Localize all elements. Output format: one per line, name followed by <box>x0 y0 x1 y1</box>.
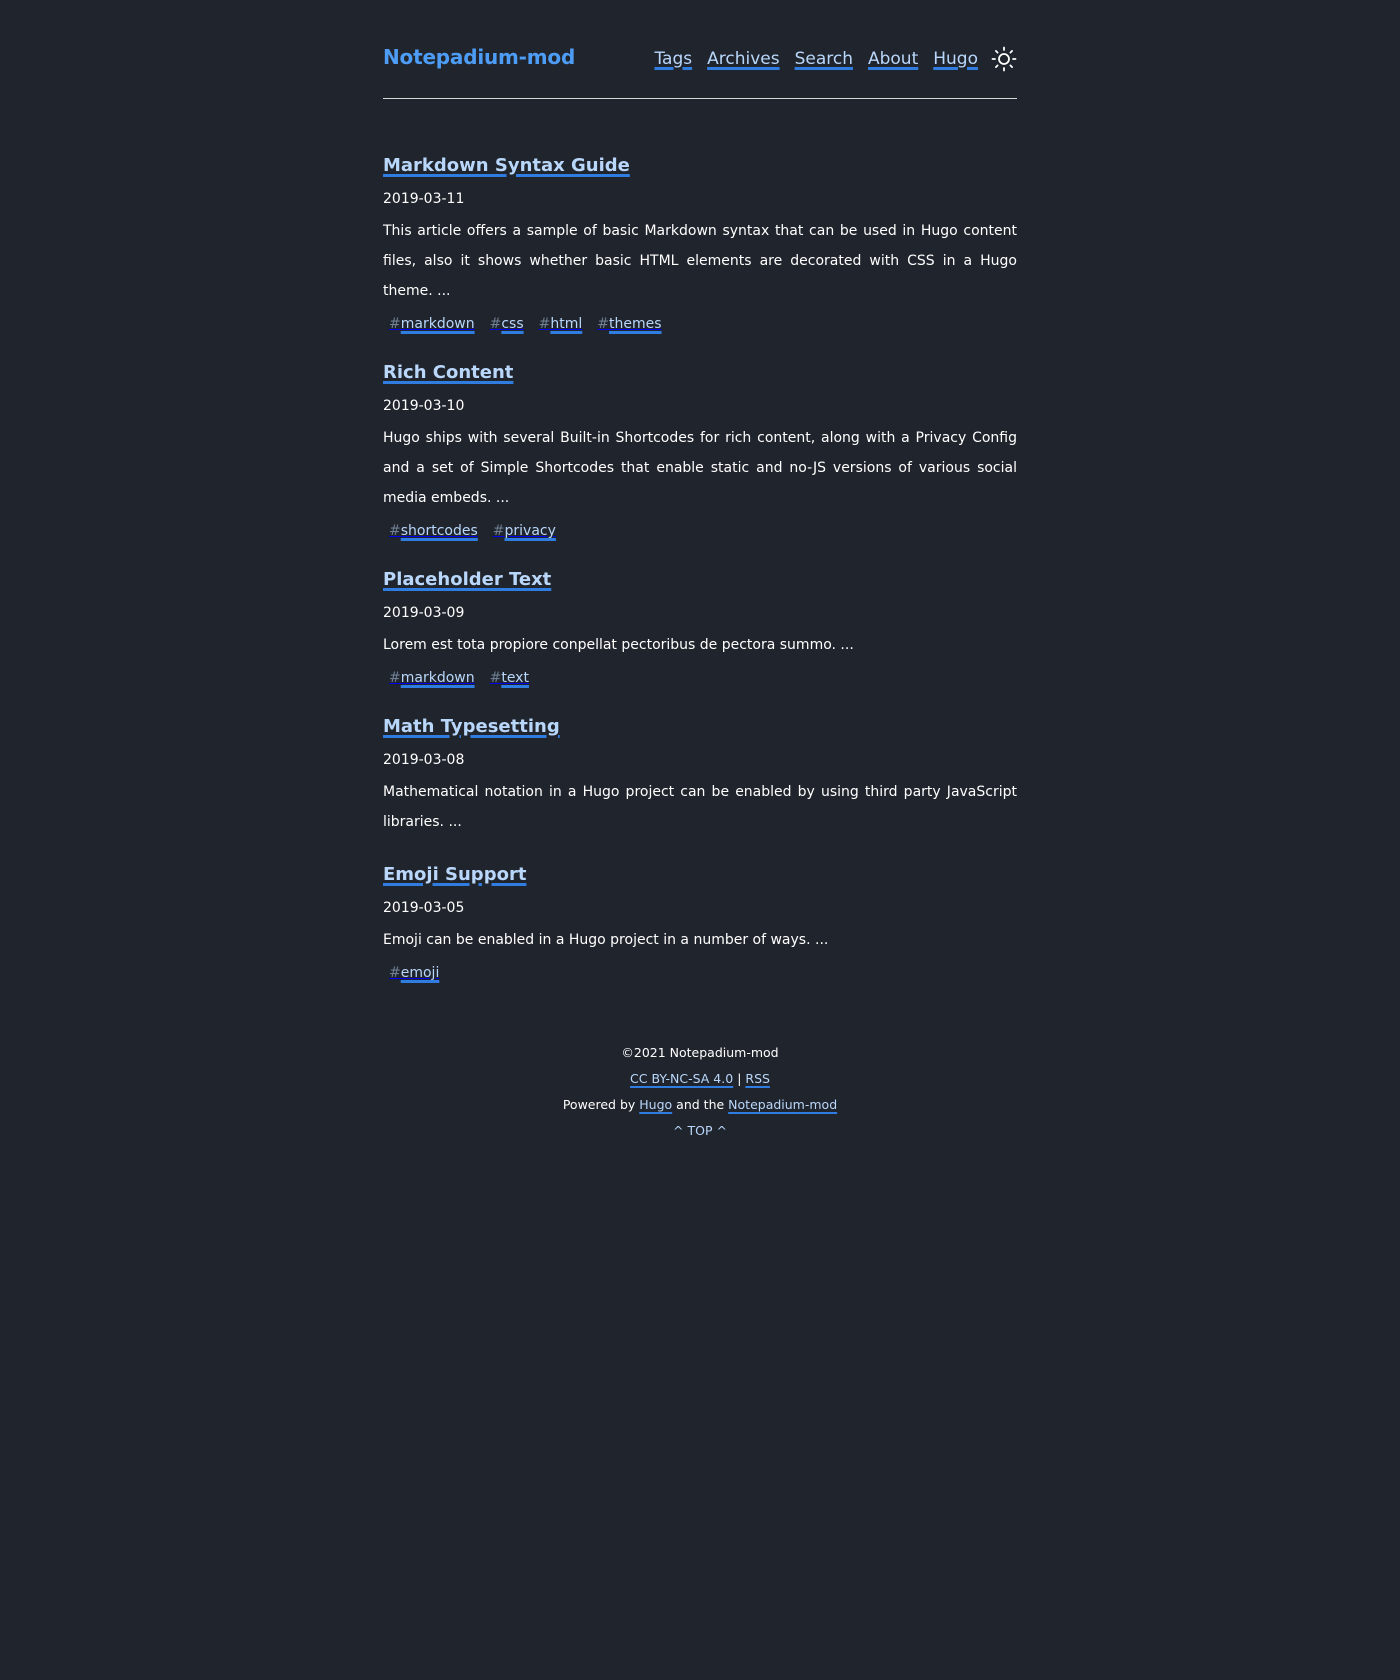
post-summary: Hugo ships with several Built-in Shortco… <box>383 430 1017 506</box>
post-title-link[interactable]: Rich Content <box>383 361 513 385</box>
tag-link-text[interactable]: #text <box>490 667 529 689</box>
hash-symbol: # <box>389 670 401 686</box>
sun-icon[interactable] <box>991 46 1017 72</box>
page-container: Notepadium-mod Tags Archives Search Abou… <box>383 0 1017 1144</box>
tag-link-themes[interactable]: #themes <box>597 313 661 335</box>
post-title-link[interactable]: Math Typesetting <box>383 715 560 739</box>
nav-link-hugo[interactable]: Hugo <box>933 49 978 69</box>
tag-link-privacy[interactable]: #privacy <box>493 520 556 542</box>
footer-copyright: ©2021 Notepadium-mod <box>621 1045 779 1060</box>
tag-label: markdown <box>400 670 475 686</box>
tag-label: markdown <box>400 316 475 332</box>
tag-label: privacy <box>504 523 556 539</box>
post-item: Placeholder Text 2019-03-09 Lorem est to… <box>383 568 1017 689</box>
tag-label: text <box>501 670 529 686</box>
post-item: Markdown Syntax Guide 2019-03-11 This ar… <box>383 154 1017 335</box>
hash-symbol: # <box>389 316 401 332</box>
post-title-link[interactable]: Emoji Support <box>383 863 526 887</box>
nav-link-search[interactable]: Search <box>795 49 853 69</box>
back-to-top-link[interactable]: ^ TOP ^ <box>673 1123 727 1138</box>
main-nav: Tags Archives Search About Hugo <box>639 46 1017 72</box>
post-summary: Emoji can be enabled in a Hugo project i… <box>383 932 829 948</box>
hash-symbol: # <box>489 316 502 332</box>
footer-links: CC BY-NC-SA 4.0 | RSS <box>383 1066 1017 1092</box>
theme-link[interactable]: Notepadium-mod <box>728 1097 837 1112</box>
hash-symbol: # <box>489 670 502 686</box>
nav-link-about[interactable]: About <box>868 49 918 69</box>
post-tags: #markdown #css #html #themes <box>383 313 1017 335</box>
powered-by-text: Powered by <box>562 1097 636 1112</box>
and-the-text: and the <box>676 1097 725 1112</box>
post-date: 2019-03-11 <box>383 191 465 207</box>
site-brand-link[interactable]: Notepadium-mod <box>383 45 575 69</box>
tag-label: css <box>501 316 524 332</box>
post-item: Math Typesetting 2019-03-08 Mathematical… <box>383 715 1017 837</box>
tag-label: html <box>550 316 583 332</box>
tag-label: emoji <box>400 965 440 981</box>
footer-powered-by: Powered by Hugo and the Notepadium-mod <box>383 1092 1017 1118</box>
post-summary: Lorem est tota propiore conpellat pector… <box>383 637 854 653</box>
hash-symbol: # <box>597 316 609 332</box>
post-item: Rich Content 2019-03-10 Hugo ships with … <box>383 361 1017 542</box>
post-item: Emoji Support 2019-03-05 Emoji can be en… <box>383 863 1017 984</box>
tag-link-shortcodes[interactable]: #shortcodes <box>389 520 478 542</box>
footer-separator: | <box>737 1071 742 1086</box>
post-tags: #shortcodes #privacy <box>383 520 1017 542</box>
hash-symbol: # <box>538 316 551 332</box>
post-tags: #markdown #text <box>383 667 1017 689</box>
post-title-link[interactable]: Markdown Syntax Guide <box>383 154 630 178</box>
nav-link-tags[interactable]: Tags <box>654 49 692 69</box>
post-date: 2019-03-10 <box>383 398 465 414</box>
license-link[interactable]: CC BY-NC-SA 4.0 <box>630 1071 733 1086</box>
site-footer: ©2021 Notepadium-mod CC BY-NC-SA 4.0 | R… <box>383 1040 1017 1144</box>
hash-symbol: # <box>389 523 401 539</box>
tag-link-css[interactable]: #css <box>490 313 524 335</box>
tag-link-markdown[interactable]: #markdown <box>389 313 475 335</box>
post-date: 2019-03-05 <box>383 900 465 916</box>
post-date: 2019-03-09 <box>383 605 465 621</box>
hash-symbol: # <box>492 523 505 539</box>
tag-link-html[interactable]: #html <box>539 313 583 335</box>
hugo-link[interactable]: Hugo <box>639 1097 672 1112</box>
nav-link-archives[interactable]: Archives <box>707 49 779 69</box>
tag-link-emoji[interactable]: #emoji <box>389 962 439 984</box>
post-summary: Mathematical notation in a Hugo project … <box>383 784 1017 830</box>
hash-symbol: # <box>389 965 401 981</box>
tag-link-markdown[interactable]: #markdown <box>389 667 475 689</box>
rss-link[interactable]: RSS <box>745 1071 770 1086</box>
post-summary: This article offers a sample of basic Ma… <box>383 223 1017 299</box>
site-header: Notepadium-mod Tags Archives Search Abou… <box>383 0 1017 99</box>
tag-label: shortcodes <box>400 523 478 539</box>
post-title-link[interactable]: Placeholder Text <box>383 568 551 592</box>
footer-top: ^ TOP ^ <box>383 1118 1017 1144</box>
tag-label: themes <box>608 316 662 332</box>
post-tags: #emoji <box>383 962 1017 984</box>
post-list: Markdown Syntax Guide 2019-03-11 This ar… <box>383 99 1017 984</box>
post-date: 2019-03-08 <box>383 752 465 768</box>
